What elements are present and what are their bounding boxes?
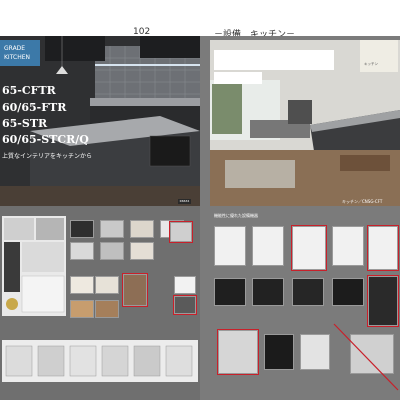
- model-name-3: 65-STR: [2, 117, 48, 130]
- swatch-white-2[interactable]: [174, 276, 196, 294]
- tagline: 上質なインテリアをキッチンから: [2, 153, 93, 160]
- grade-kitchen-badge: GRADE KITCHEN: [0, 40, 40, 66]
- strike-line: [333, 323, 399, 391]
- range-hood-3[interactable]: [300, 334, 330, 370]
- cooktop-2[interactable]: [252, 278, 284, 306]
- swatch-cream[interactable]: [130, 242, 154, 260]
- cooktop-3[interactable]: [292, 278, 324, 306]
- grade-label-line1: GRADE: [4, 45, 26, 52]
- accessory-photos: [5, 345, 193, 377]
- appliance-grid: [212, 222, 400, 400]
- hero-caption: キッチン／CNSG-CFT: [342, 199, 383, 204]
- swatch-wood-highlighted[interactable]: [122, 273, 148, 307]
- faucet-1[interactable]: [214, 226, 246, 266]
- model-name-1: 65-CFTR: [2, 84, 56, 97]
- swatch-ivory[interactable]: [70, 276, 94, 294]
- sticker-note: キッチン: [360, 40, 398, 72]
- cooktop-4[interactable]: [332, 278, 364, 306]
- faucet-highlighted-2[interactable]: [367, 225, 399, 271]
- swatch-gray[interactable]: [100, 220, 124, 238]
- grade-label-line2: KITCHEN: [4, 54, 30, 61]
- model-name-4: 60/65-STCR/Q: [2, 133, 89, 146]
- redaction-block: [214, 50, 334, 70]
- swatch-oak[interactable]: [70, 300, 94, 318]
- faucet-2[interactable]: [252, 226, 284, 266]
- cooktop-1[interactable]: [214, 278, 246, 306]
- swatch-highlighted[interactable]: [169, 221, 193, 243]
- swatch-silver[interactable]: [100, 242, 124, 260]
- range-hood-highlighted[interactable]: [217, 329, 259, 375]
- features-title: 機能性に優れた設備機器: [214, 213, 258, 218]
- swatch-pale[interactable]: [95, 276, 119, 294]
- range-hood-2[interactable]: [264, 334, 294, 370]
- swatch-dark-highlighted[interactable]: [173, 295, 197, 315]
- sticker-text: キッチン: [364, 62, 378, 66]
- color-swatch-grid: [70, 220, 198, 330]
- left-info-panel: [2, 216, 66, 316]
- redaction-block-small: [214, 72, 262, 84]
- swatch-dark[interactable]: [70, 220, 94, 238]
- model-name-2: 60/65-FTR: [2, 101, 67, 114]
- swatch-walnut[interactable]: [95, 300, 119, 318]
- faucet-4[interactable]: [332, 226, 364, 266]
- left-bottom-strip: [2, 340, 198, 382]
- swatch-beige[interactable]: [130, 220, 154, 238]
- photo-code-chip: R6634: [178, 199, 191, 204]
- cooktop-highlighted[interactable]: [367, 275, 399, 327]
- faucet-highlighted[interactable]: [291, 225, 327, 271]
- sink-photo: [4, 218, 65, 313]
- swatch-light[interactable]: [70, 242, 94, 260]
